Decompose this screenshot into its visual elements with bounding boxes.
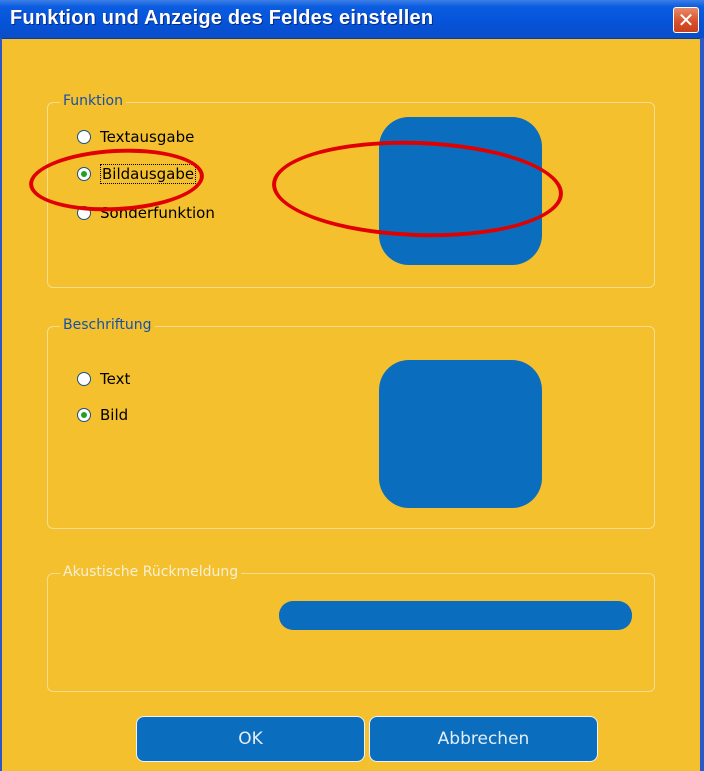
radio-bildausgabe[interactable]: Bildausgabe bbox=[77, 163, 197, 185]
radio-sonderfunktion[interactable]: Sonderfunktion bbox=[77, 202, 215, 224]
radio-indicator bbox=[77, 372, 91, 386]
radio-indicator bbox=[77, 408, 91, 422]
radio-text[interactable]: Text bbox=[77, 368, 130, 390]
close-icon: ✕ bbox=[677, 8, 695, 32]
caption-preview-image[interactable] bbox=[379, 360, 542, 508]
title-bar: Funktion und Anzeige des Feldes einstell… bbox=[0, 0, 704, 39]
radio-indicator bbox=[77, 206, 91, 220]
window-title: Funktion und Anzeige des Feldes einstell… bbox=[10, 7, 434, 29]
caption-group-label: Beschriftung bbox=[60, 317, 155, 333]
radio-indicator bbox=[77, 167, 91, 181]
function-group-label: Funktion bbox=[60, 93, 126, 109]
function-preview-image[interactable] bbox=[379, 117, 542, 265]
radio-selected-dot bbox=[81, 171, 87, 177]
radio-label: Sonderfunktion bbox=[100, 204, 215, 222]
radio-textausgabe[interactable]: Textausgabe bbox=[77, 126, 194, 148]
acoustic-group-label: Akustische Rückmeldung bbox=[60, 564, 242, 580]
caption-group: Beschriftung bbox=[47, 317, 655, 529]
acoustic-group: Akustische Rückmeldung bbox=[47, 564, 655, 692]
radio-indicator bbox=[77, 130, 91, 144]
acoustic-sound-field[interactable] bbox=[279, 601, 632, 630]
radio-label: Bildausgabe bbox=[100, 164, 197, 184]
ok-button[interactable]: OK bbox=[136, 716, 365, 762]
radio-selected-dot bbox=[81, 412, 87, 418]
radio-label: Text bbox=[100, 370, 131, 388]
radio-bild[interactable]: Bild bbox=[77, 404, 128, 426]
radio-label: Textausgabe bbox=[100, 128, 195, 146]
window-border-left bbox=[0, 38, 2, 771]
radio-label: Bild bbox=[100, 406, 129, 424]
window-border-right bbox=[700, 38, 704, 771]
close-button[interactable]: ✕ bbox=[673, 7, 699, 33]
cancel-button[interactable]: Abbrechen bbox=[369, 716, 598, 762]
